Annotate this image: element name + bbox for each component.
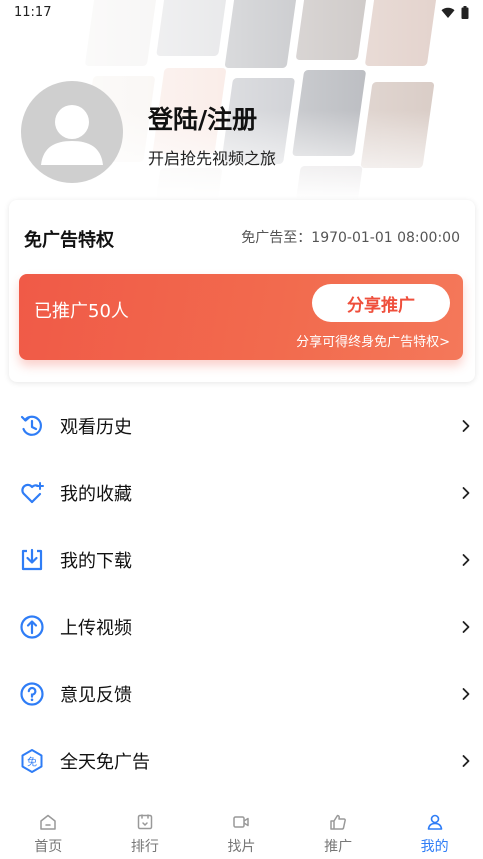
ranking-icon (137, 814, 153, 830)
question-icon (20, 681, 44, 706)
menu-item-label: 我的下载 (60, 550, 132, 572)
nav-label: 首页 (34, 839, 63, 855)
nav-label: 排行 (130, 839, 159, 855)
menu-item-label: 观看历史 (60, 416, 132, 438)
menu-item-ad-free[interactable]: 免 全天免广告 (0, 727, 483, 794)
video-camera-icon (233, 816, 250, 828)
ad-free-privilege-card: 免广告特权 免广告至：1970-01-01 08:00:00 已推广50人 分享… (9, 200, 475, 382)
nav-mine[interactable]: 我的 (386, 805, 483, 859)
promotion-banner[interactable]: 已推广50人 分享推广 分享可得终身免广告特权> (19, 274, 463, 360)
nav-label: 我的 (420, 839, 449, 855)
share-promotion-button[interactable]: 分享推广 (312, 284, 450, 322)
chevron-right-icon (462, 687, 470, 700)
chevron-right-icon (462, 553, 470, 566)
menu-item-downloads[interactable]: 我的下载 (0, 526, 483, 593)
menu-item-label: 我的收藏 (60, 483, 132, 505)
person-icon (427, 814, 442, 830)
svg-text:免: 免 (27, 755, 37, 768)
menu-item-feedback[interactable]: 意见反馈 (0, 660, 483, 727)
battery-icon (461, 6, 469, 19)
bottom-navigation: 首页 排行 找片 推广 我的 (0, 805, 483, 859)
menu-item-label: 意见反馈 (60, 684, 132, 706)
status-bar: 11:17 (0, 0, 483, 26)
ad-free-expiry: 免广告至：1970-01-01 08:00:00 (241, 230, 460, 246)
share-tip-link[interactable]: 分享可得终身免广告特权> (296, 331, 450, 350)
status-icons (441, 6, 469, 19)
download-icon (21, 548, 43, 570)
home-icon (40, 814, 57, 830)
default-avatar-icon (41, 105, 103, 165)
privilege-title: 免广告特权 (24, 230, 114, 251)
nav-label: 推广 (324, 839, 353, 855)
menu-item-favorites[interactable]: 我的收藏 (0, 459, 483, 526)
menu-item-history[interactable]: 观看历史 (0, 392, 483, 459)
status-time: 11:17 (14, 5, 52, 20)
chevron-right-icon (462, 620, 470, 633)
profile-menu: 观看历史 我的收藏 我的下载 上传视频 意见反馈 免 全天免广告 (0, 392, 483, 794)
no-ads-icon: 免 (21, 748, 43, 773)
chevron-right-icon (462, 754, 470, 767)
heart-icon (21, 481, 44, 503)
upload-icon (20, 614, 44, 639)
promotion-count: 已推广50人 (34, 301, 129, 322)
nav-ranking[interactable]: 排行 (97, 805, 194, 859)
menu-item-upload[interactable]: 上传视频 (0, 593, 483, 660)
nav-home[interactable]: 首页 (0, 805, 97, 859)
chevron-right-icon (462, 419, 470, 432)
nav-promotion[interactable]: 推广 (290, 805, 387, 859)
login-register-link[interactable]: 登陆/注册 (148, 100, 257, 136)
menu-item-label: 上传视频 (60, 617, 132, 639)
thumbs-up-icon (330, 814, 347, 830)
login-subtitle: 开启抢先视频之旅 (148, 149, 277, 168)
chevron-right-icon (462, 486, 470, 499)
wifi-icon (441, 7, 455, 18)
menu-item-label: 全天免广告 (60, 751, 150, 773)
avatar[interactable] (21, 81, 123, 183)
history-icon (20, 415, 42, 436)
nav-find-video[interactable]: 找片 (193, 805, 290, 859)
nav-label: 找片 (227, 839, 256, 855)
